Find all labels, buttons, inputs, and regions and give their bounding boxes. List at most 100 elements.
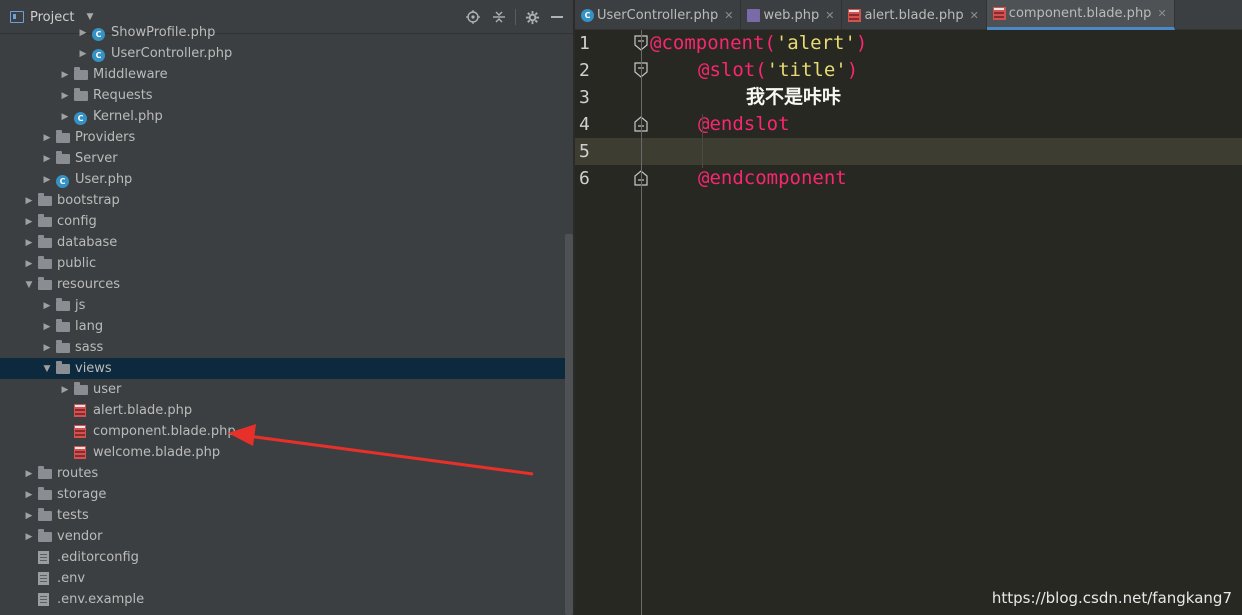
collapsed-arrow-icon[interactable]: ▶ — [22, 238, 36, 248]
close-icon[interactable]: ✕ — [970, 9, 979, 22]
tree-item[interactable]: .env.example — [0, 589, 573, 610]
blade-file-icon — [74, 445, 90, 460]
code-line[interactable]: 4 @endslot — [575, 111, 1242, 138]
tab-label: component.blade.php — [1008, 6, 1152, 21]
code-text: @endcomponent — [698, 167, 847, 189]
tree-item[interactable]: welcome.blade.php — [0, 442, 573, 463]
editor-tab[interactable]: component.blade.php ✕ — [986, 0, 1175, 30]
tree-item[interactable]: ▶ database — [0, 232, 573, 253]
tree-item-label: alert.blade.php — [93, 403, 193, 418]
collapsed-arrow-icon[interactable]: ▶ — [76, 49, 90, 59]
tree-item-label: user — [93, 382, 122, 397]
php-class-icon: C — [92, 47, 108, 62]
php-file-icon — [747, 8, 761, 22]
tree-item[interactable]: ▶ Requests — [0, 85, 573, 106]
tab-label: web.php — [763, 7, 820, 23]
collapsed-arrow-icon[interactable]: ▶ — [22, 532, 36, 542]
tree-item[interactable]: ▶ storage — [0, 484, 573, 505]
tree-item[interactable]: ▶ sass — [0, 337, 573, 358]
tree-item-label: sass — [75, 340, 104, 355]
blade-file-icon — [848, 8, 862, 22]
indent-guide — [702, 114, 703, 168]
collapsed-arrow-icon[interactable]: ▶ — [58, 112, 72, 122]
code-line[interactable]: 5 — [575, 138, 1242, 165]
editor-tab[interactable]: alert.blade.php ✕ — [842, 0, 987, 30]
tree-item-label: ShowProfile.php — [111, 25, 216, 40]
tree-item[interactable]: ▶ C User.php — [0, 169, 573, 190]
tree-item[interactable]: ▶ bootstrap — [0, 190, 573, 211]
tree-item[interactable]: ▶ Server — [0, 148, 573, 169]
collapsed-arrow-icon[interactable]: ▶ — [22, 490, 36, 500]
tree-item[interactable]: component.blade.php — [0, 421, 573, 442]
tree-item[interactable]: ▶ C Kernel.php — [0, 106, 573, 127]
tree-item[interactable]: ▼ resources — [0, 274, 573, 295]
collapsed-arrow-icon[interactable]: ▶ — [22, 217, 36, 227]
collapsed-arrow-icon[interactable]: ▶ — [40, 133, 54, 143]
code-text: 我不是咔咔 — [746, 86, 842, 108]
php-class-icon: C — [74, 110, 90, 125]
tree-item[interactable]: ▶ Providers — [0, 127, 573, 148]
collapsed-arrow-icon[interactable]: ▶ — [40, 154, 54, 164]
tree-item[interactable]: ▶ config — [0, 211, 573, 232]
tree-item-label: UserController.php — [111, 46, 233, 61]
tree-item-label: js — [75, 298, 86, 313]
collapsed-arrow-icon[interactable]: ▶ — [40, 343, 54, 353]
collapsed-arrow-icon[interactable]: ▶ — [40, 301, 54, 311]
folder-icon — [56, 318, 72, 334]
folder-icon — [56, 297, 72, 313]
tree-item-label: bootstrap — [57, 193, 120, 208]
tree-item[interactable]: ▶ C ShowProfile.php — [0, 22, 573, 43]
tree-item-label: config — [57, 214, 97, 229]
code-line[interactable]: 2 @slot('title') — [575, 57, 1242, 84]
collapsed-arrow-icon[interactable]: ▶ — [22, 511, 36, 521]
close-icon[interactable]: ✕ — [825, 9, 834, 22]
collapsed-arrow-icon[interactable]: ▶ — [76, 28, 90, 38]
tree-item-label: database — [57, 235, 118, 250]
tree-scrollbar-thumb[interactable] — [565, 234, 573, 615]
tree-item-label: Requests — [93, 88, 153, 103]
code-line[interactable]: 6 @endcomponent — [575, 165, 1242, 192]
tab-label: UserController.php — [597, 7, 719, 23]
tree-item[interactable]: ▶ vendor — [0, 526, 573, 547]
text-file-icon — [38, 571, 54, 586]
close-icon[interactable]: ✕ — [1157, 7, 1166, 20]
editor-tab[interactable]: web.php ✕ — [741, 0, 843, 30]
tree-item-label: Kernel.php — [93, 109, 163, 124]
line-number: 4 — [579, 114, 590, 135]
tree-item[interactable]: ▶ routes — [0, 463, 573, 484]
tree-item[interactable]: ▼ views — [0, 358, 573, 379]
tree-item[interactable]: ▶ js — [0, 295, 573, 316]
tree-item-label: .env.example — [57, 592, 145, 607]
tree-item[interactable]: .editorconfig — [0, 547, 573, 568]
code-area[interactable]: 1 @component('alert') 2 @slot('title') 3 我不是咔… — [575, 30, 1242, 615]
line-number: 2 — [579, 60, 590, 81]
collapsed-arrow-icon[interactable]: ▶ — [22, 196, 36, 206]
collapsed-arrow-icon[interactable]: ▶ — [22, 259, 36, 269]
collapsed-arrow-icon[interactable]: ▶ — [58, 91, 72, 101]
collapsed-arrow-icon[interactable]: ▶ — [40, 322, 54, 332]
tree-item[interactable]: .env — [0, 568, 573, 589]
folder-icon — [38, 276, 54, 292]
code-line[interactable]: 3 我不是咔咔 — [575, 84, 1242, 111]
collapsed-arrow-icon[interactable]: ▶ — [58, 385, 72, 395]
text-file-icon — [38, 592, 54, 607]
tab-label: alert.blade.php — [864, 7, 964, 23]
collapsed-arrow-icon[interactable]: ▶ — [22, 469, 36, 479]
editor-tab[interactable]: C UserController.php ✕ — [575, 0, 742, 30]
tree-item[interactable]: ▶ public — [0, 253, 573, 274]
blade-file-icon — [74, 424, 90, 439]
tree-item[interactable]: ▶ lang — [0, 316, 573, 337]
blade-file-icon — [74, 403, 90, 418]
expanded-arrow-icon[interactable]: ▼ — [40, 364, 54, 374]
expanded-arrow-icon[interactable]: ▼ — [22, 280, 36, 290]
tree-item[interactable]: ▶ tests — [0, 505, 573, 526]
collapsed-arrow-icon[interactable]: ▶ — [58, 70, 72, 80]
tree-item[interactable]: ▶ C UserController.php — [0, 43, 573, 64]
close-icon[interactable]: ✕ — [724, 9, 733, 22]
collapsed-arrow-icon[interactable]: ▶ — [40, 175, 54, 185]
code-line[interactable]: 1 @component('alert') — [575, 30, 1242, 57]
tree-item[interactable]: ▶ user — [0, 379, 573, 400]
tree-item[interactable]: ▶ Middleware — [0, 64, 573, 85]
tree-item[interactable]: alert.blade.php — [0, 400, 573, 421]
folder-icon — [38, 213, 54, 229]
